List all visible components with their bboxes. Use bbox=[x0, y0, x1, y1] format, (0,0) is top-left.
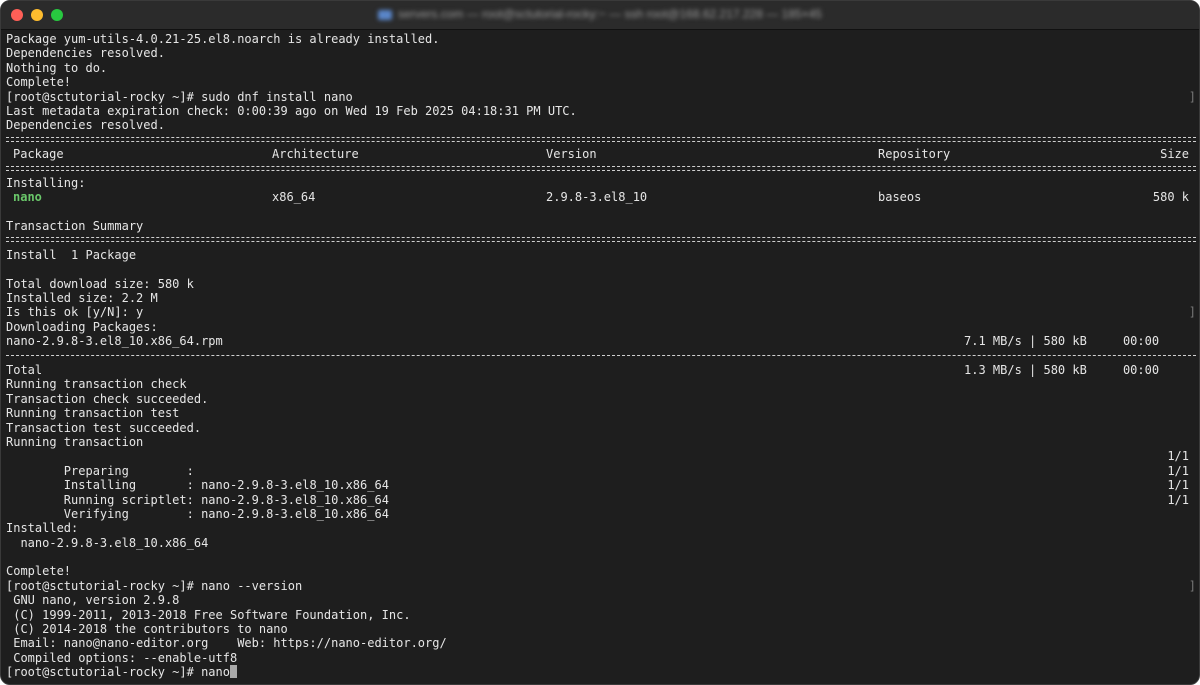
command-text: [root@sctutorial-rocky ~]# nano --versio… bbox=[6, 578, 303, 593]
text-cursor bbox=[229, 665, 237, 679]
prompt-text: [root@sctutorial-rocky ~]# nano bbox=[6, 665, 230, 680]
output-line: Nothing to do. bbox=[6, 60, 108, 75]
section-summary: Transaction Summary bbox=[6, 219, 144, 234]
header-size: Size bbox=[1160, 147, 1189, 162]
step-row: Installing : nano-2.9.8-3.el8_10.x86_64 … bbox=[6, 463, 1196, 492]
downloading-header: Downloading Packages: bbox=[6, 319, 158, 334]
header-package: Package bbox=[13, 147, 64, 162]
header-architecture: Architecture bbox=[272, 147, 359, 162]
installed-package: nano-2.9.8-3.el8_10.x86_64 bbox=[6, 535, 209, 550]
version-line: (C) 1999-2011, 2013-2018 Free Software F… bbox=[6, 607, 411, 622]
terminal-output[interactable]: Package yum-utils-4.0.21-25.el8.noarch i… bbox=[6, 32, 1196, 680]
download-stats: 7.1 MB/s | 580 kB 00:00 bbox=[964, 334, 1160, 349]
version-line: (C) 2014-2018 the contributors to nano bbox=[6, 622, 288, 637]
folder-icon bbox=[378, 9, 393, 20]
window-title: servers.com — root@sctutorial-rocky:~ — … bbox=[1, 7, 1199, 21]
step-progress: 1/1 bbox=[1167, 492, 1189, 507]
window-title-text: servers.com — root@sctutorial-rocky:~ — … bbox=[398, 7, 822, 21]
double-rule bbox=[6, 133, 1196, 147]
table-header: Package Architecture Version Repository … bbox=[6, 147, 1196, 161]
output-line: Complete! bbox=[6, 75, 72, 90]
download-total-row: Total 1.3 MB/s | 580 kB 00:00 bbox=[6, 363, 1196, 377]
output-line: Dependencies resolved. bbox=[6, 118, 165, 133]
mark-bracket: ] bbox=[1188, 578, 1196, 593]
row-version: 2.9.8-3.el8_10 bbox=[546, 190, 648, 205]
output-line: Last metadata expiration check: 0:00:39 … bbox=[6, 103, 577, 118]
double-rule bbox=[6, 233, 1196, 247]
header-repository: Repository bbox=[878, 147, 951, 162]
output-line: Complete! bbox=[6, 564, 72, 579]
step-row: Running scriptlet: nano-2.9.8-3.el8_10.x… bbox=[6, 478, 1196, 506]
version-line: Email: nano@nano-editor.org Web: https:/… bbox=[6, 636, 447, 651]
section-installing: Installing: bbox=[6, 175, 86, 190]
title-bar[interactable]: servers.com — root@sctutorial-rocky:~ — … bbox=[1, 1, 1199, 30]
single-rule bbox=[6, 349, 1196, 363]
install-count: Install 1 Package bbox=[6, 247, 137, 262]
output-line: Transaction check succeeded. bbox=[6, 391, 209, 406]
row-architecture: x86_64 bbox=[272, 190, 316, 205]
header-version: Version bbox=[546, 147, 597, 162]
active-prompt[interactable]: [root@sctutorial-rocky ~]# nano bbox=[6, 665, 1196, 679]
step-progress: 1/1 bbox=[1167, 463, 1189, 478]
step-progress: 1/1 bbox=[1167, 478, 1189, 493]
row-size: 580 k bbox=[1152, 190, 1189, 205]
installed-size: Installed size: 2.2 M bbox=[6, 291, 158, 306]
version-line: GNU nano, version 2.9.8 bbox=[6, 593, 180, 608]
table-row: nano x86_64 2.9.8-3.el8_10 baseos 580 k bbox=[6, 190, 1196, 204]
mark-bracket: ] bbox=[1188, 89, 1196, 104]
output-line: Running transaction test bbox=[6, 406, 180, 421]
download-file: nano-2.9.8-3.el8_10.x86_64.rpm bbox=[6, 334, 223, 349]
installed-header: Installed: bbox=[6, 521, 79, 536]
output-line: Transaction test succeeded. bbox=[6, 420, 202, 435]
output-line: Running transaction check bbox=[6, 377, 187, 392]
terminal-window: servers.com — root@sctutorial-rocky:~ — … bbox=[0, 0, 1200, 685]
command-text: [root@sctutorial-rocky ~]# sudo dnf inst… bbox=[6, 89, 353, 104]
mark-bracket: ] bbox=[1188, 305, 1196, 320]
double-rule bbox=[6, 162, 1196, 176]
total-label: Total bbox=[6, 362, 43, 377]
command-line-install: [root@sctutorial-rocky ~]# sudo dnf inst… bbox=[6, 90, 1196, 104]
download-row: nano-2.9.8-3.el8_10.x86_64.rpm 7.1 MB/s … bbox=[6, 334, 1196, 348]
step-row: Preparing : 1/1 bbox=[6, 449, 1196, 477]
output-line: Package yum-utils-4.0.21-25.el8.noarch i… bbox=[6, 32, 440, 46]
step-row: Verifying : nano-2.9.8-3.el8_10.x86_64 1… bbox=[6, 492, 1196, 521]
row-repository: baseos bbox=[878, 190, 922, 205]
total-stats: 1.3 MB/s | 580 kB 00:00 bbox=[964, 362, 1160, 377]
confirm-prompt: Is this ok [y/N]: y] bbox=[6, 305, 1196, 319]
command-line-version: [root@sctutorial-rocky ~]# nano --versio… bbox=[6, 579, 1196, 593]
confirm-text: Is this ok [y/N]: y bbox=[6, 305, 144, 320]
step-progress: 1/1 bbox=[1167, 449, 1189, 464]
version-line: Compiled options: --enable-utf8 bbox=[6, 650, 238, 665]
total-download-size: Total download size: 580 k bbox=[6, 276, 194, 291]
row-package: nano bbox=[13, 190, 42, 205]
output-line: Running transaction bbox=[6, 434, 144, 449]
output-line: Dependencies resolved. bbox=[6, 46, 165, 61]
